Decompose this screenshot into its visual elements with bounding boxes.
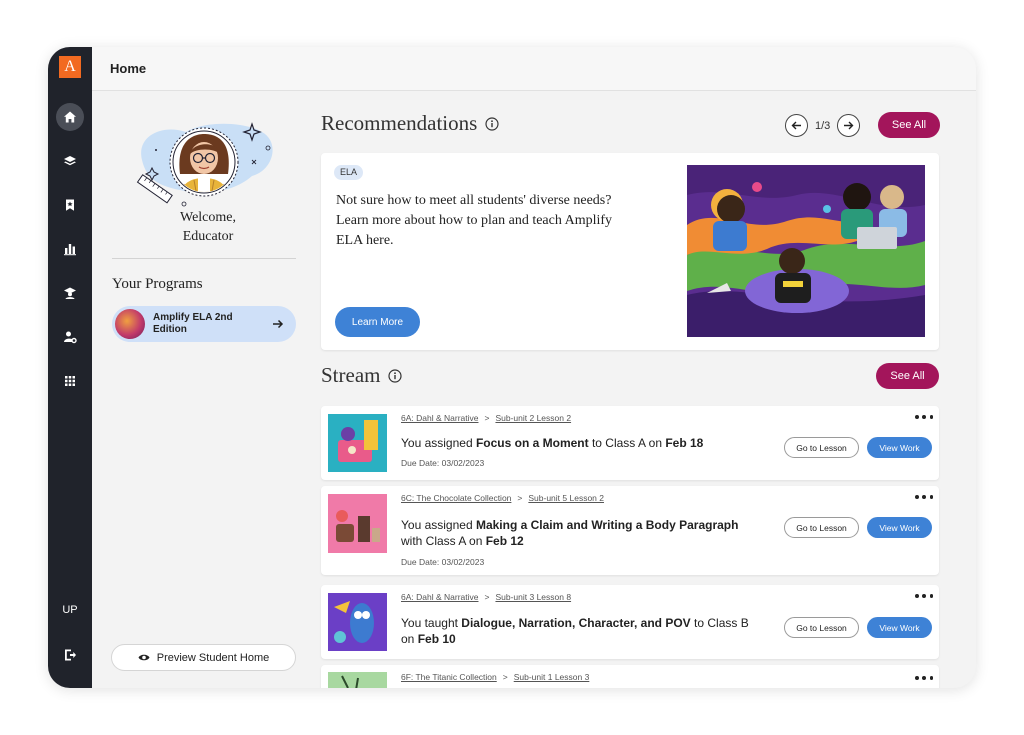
more-options-icon[interactable]: [915, 591, 933, 601]
program-item-amplify-ela[interactable]: Amplify ELA 2nd Edition: [112, 306, 296, 342]
bookmark-star-icon[interactable]: [56, 191, 84, 219]
assign-prefix: You assigned: [401, 518, 476, 532]
breadcrumb-unit-link[interactable]: 6F: The Titanic Collection: [401, 672, 497, 682]
assign-prefix: You assigned: [401, 436, 476, 450]
lesson-title: Focus on a Moment: [475, 436, 589, 450]
breadcrumb-separator: >: [517, 493, 523, 503]
breadcrumb-lesson-link[interactable]: Sub-unit 2 Lesson 2: [495, 413, 571, 423]
teacher-icon[interactable]: [56, 279, 84, 307]
welcome-line: Welcome,: [179, 210, 236, 225]
assign-middle: to Class A on: [588, 436, 666, 450]
breadcrumb-unit-link[interactable]: 6C: The Chocolate Collection: [401, 493, 511, 503]
breadcrumb: 6C: The Chocolate Collection > Sub-unit 5 …: [401, 493, 604, 503]
stream-item: 6C: The Chocolate Collection > Sub-unit 5 …: [321, 486, 939, 575]
go-to-lesson-button[interactable]: Go to Lesson: [784, 517, 859, 538]
previous-button[interactable]: [785, 114, 808, 137]
user-settings-icon[interactable]: [56, 323, 84, 351]
assign-date: Feb 12: [485, 534, 524, 548]
divider: [112, 258, 296, 259]
more-options-icon[interactable]: [915, 673, 933, 683]
layers-icon[interactable]: [56, 147, 84, 175]
preview-label: Preview Student Home: [156, 651, 270, 664]
view-work-button[interactable]: View Work: [867, 617, 932, 638]
breadcrumb-unit-link[interactable]: 6A: Dahl & Narrative: [401, 592, 478, 602]
go-to-lesson-button[interactable]: Go to Lesson: [784, 617, 859, 638]
page-title: Home: [110, 61, 147, 76]
recommendation-card: ELA Not sure how to meet all students' d…: [321, 153, 939, 350]
stream-item: 6F: The Titanic Collection > Sub-unit 1 Le…: [321, 665, 939, 688]
assign-prefix: You taught: [401, 616, 462, 630]
recommendations-see-all-button[interactable]: See All: [878, 112, 940, 138]
view-work-button[interactable]: View Work: [867, 437, 932, 458]
breadcrumb-lesson-link[interactable]: Sub-unit 5 Lesson 2: [528, 493, 604, 503]
recommendations-pager: 1/3: [785, 114, 861, 137]
breadcrumb-unit-link[interactable]: 6A: Dahl & Narrative: [401, 413, 478, 423]
lesson-title: Dialogue, Narration, Character, and POV: [461, 616, 691, 630]
amplify-logo[interactable]: A: [59, 56, 81, 78]
breadcrumb: 6A: Dahl & Narrative > Sub-unit 3 Lesson 8: [401, 592, 571, 602]
stream-item: 6A: Dahl & Narrative > Sub-unit 3 Lesson 8…: [321, 585, 939, 659]
stream-item: 6A: Dahl & Narrative > Sub-unit 2 Lesson 2…: [321, 406, 939, 480]
page-count: 1/3: [815, 119, 831, 132]
user-initials[interactable]: UP: [48, 604, 92, 616]
educator-avatar: [134, 112, 278, 212]
breadcrumb-lesson-link[interactable]: Sub-unit 3 Lesson 8: [495, 592, 571, 602]
apps-grid-icon[interactable]: [56, 367, 84, 395]
stream-title: Stream: [321, 363, 381, 387]
assignment-text: You assigned Focus on a Moment to Class …: [401, 435, 761, 451]
breadcrumb: 6F: The Titanic Collection > Sub-unit 1 Le…: [401, 672, 589, 682]
recommendation-text: Not sure how to meet all students' diver…: [336, 193, 613, 248]
arrow-right-icon: [844, 121, 854, 130]
students-illustration: [687, 165, 925, 337]
info-icon[interactable]: [388, 368, 403, 383]
logout-icon[interactable]: [56, 641, 84, 669]
lesson-thumbnail: [328, 672, 387, 688]
view-work-button[interactable]: View Work: [867, 517, 932, 538]
info-icon[interactable]: [485, 116, 499, 131]
more-options-icon[interactable]: [915, 492, 933, 502]
program-label: Amplify ELA 2nd Edition: [153, 312, 233, 335]
assign-date: Feb 10: [417, 632, 456, 646]
due-date: Due Date: 03/02/2023: [401, 458, 485, 468]
breadcrumb-lesson-link[interactable]: Sub-unit 1 Lesson 3: [514, 672, 590, 682]
home-icon[interactable]: [56, 103, 84, 131]
profile-panel: Welcome, Educator Your Programs Amplify …: [92, 92, 312, 688]
go-to-lesson-button[interactable]: Go to Lesson: [784, 437, 859, 458]
assign-date: Feb 18: [665, 436, 704, 450]
breadcrumb-separator: >: [502, 672, 508, 682]
program-thumbnail: [115, 309, 145, 339]
top-bar: Home: [92, 47, 976, 91]
breadcrumb: 6A: Dahl & Narrative > Sub-unit 2 Lesson 2: [401, 413, 571, 423]
due-date: Due Date: 03/02/2023: [401, 557, 485, 567]
breadcrumb-separator: >: [484, 413, 490, 423]
lesson-title: Making a Claim and Writing a Body Paragr…: [475, 518, 739, 532]
subject-tag: ELA: [334, 165, 364, 180]
bar-chart-icon[interactable]: [56, 235, 84, 263]
app-frame: A UP Home Welcome, Educator Your Program…: [48, 47, 976, 688]
recommendations-title: Recommendations: [321, 111, 478, 135]
nav-rail: A UP: [48, 47, 92, 688]
more-options-icon[interactable]: [915, 412, 933, 422]
eye-icon: [138, 654, 150, 661]
lesson-thumbnail: [328, 593, 387, 651]
stream-heading: Stream: [321, 363, 403, 388]
welcome-text: Welcome, Educator: [92, 208, 324, 246]
lesson-thumbnail: [328, 414, 387, 472]
arrow-right-icon: [273, 319, 284, 329]
assign-middle: with Class A on: [401, 534, 486, 548]
programs-heading: Your Programs: [112, 276, 203, 292]
preview-student-home-button[interactable]: Preview Student Home: [111, 644, 296, 671]
assignment-text: You assigned Making a Claim and Writing …: [401, 517, 761, 549]
next-button[interactable]: [837, 114, 861, 137]
stream-see-all-button[interactable]: See All: [876, 363, 939, 389]
recommendations-heading: Recommendations: [321, 111, 499, 136]
assignment-text: You taught Dialogue, Narration, Characte…: [401, 615, 761, 647]
lesson-thumbnail: [328, 494, 387, 553]
welcome-name: Educator: [182, 229, 234, 244]
breadcrumb-separator: >: [484, 592, 490, 602]
learn-more-button[interactable]: Learn More: [335, 307, 420, 337]
arrow-left-icon: [791, 121, 801, 130]
